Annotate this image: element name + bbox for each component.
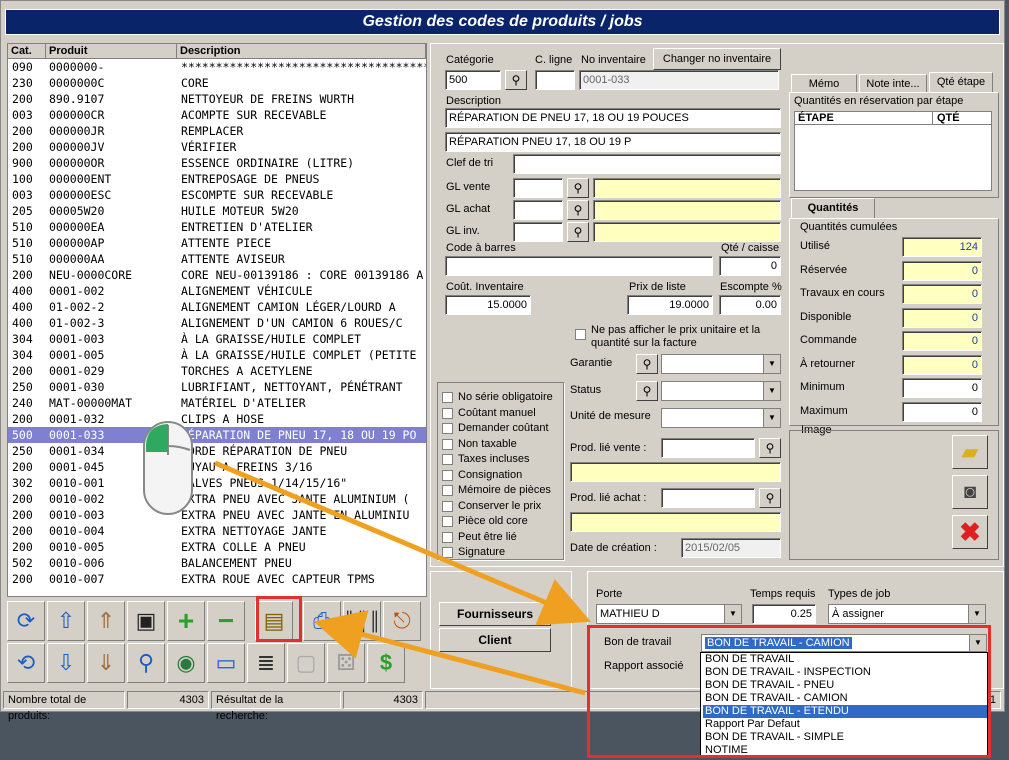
- annotation-arrow-1: [214, 460, 592, 626]
- annotation-overlay: [143, 421, 592, 696]
- mouse-icon: [143, 421, 193, 515]
- annotation-arrow-2: [313, 610, 586, 696]
